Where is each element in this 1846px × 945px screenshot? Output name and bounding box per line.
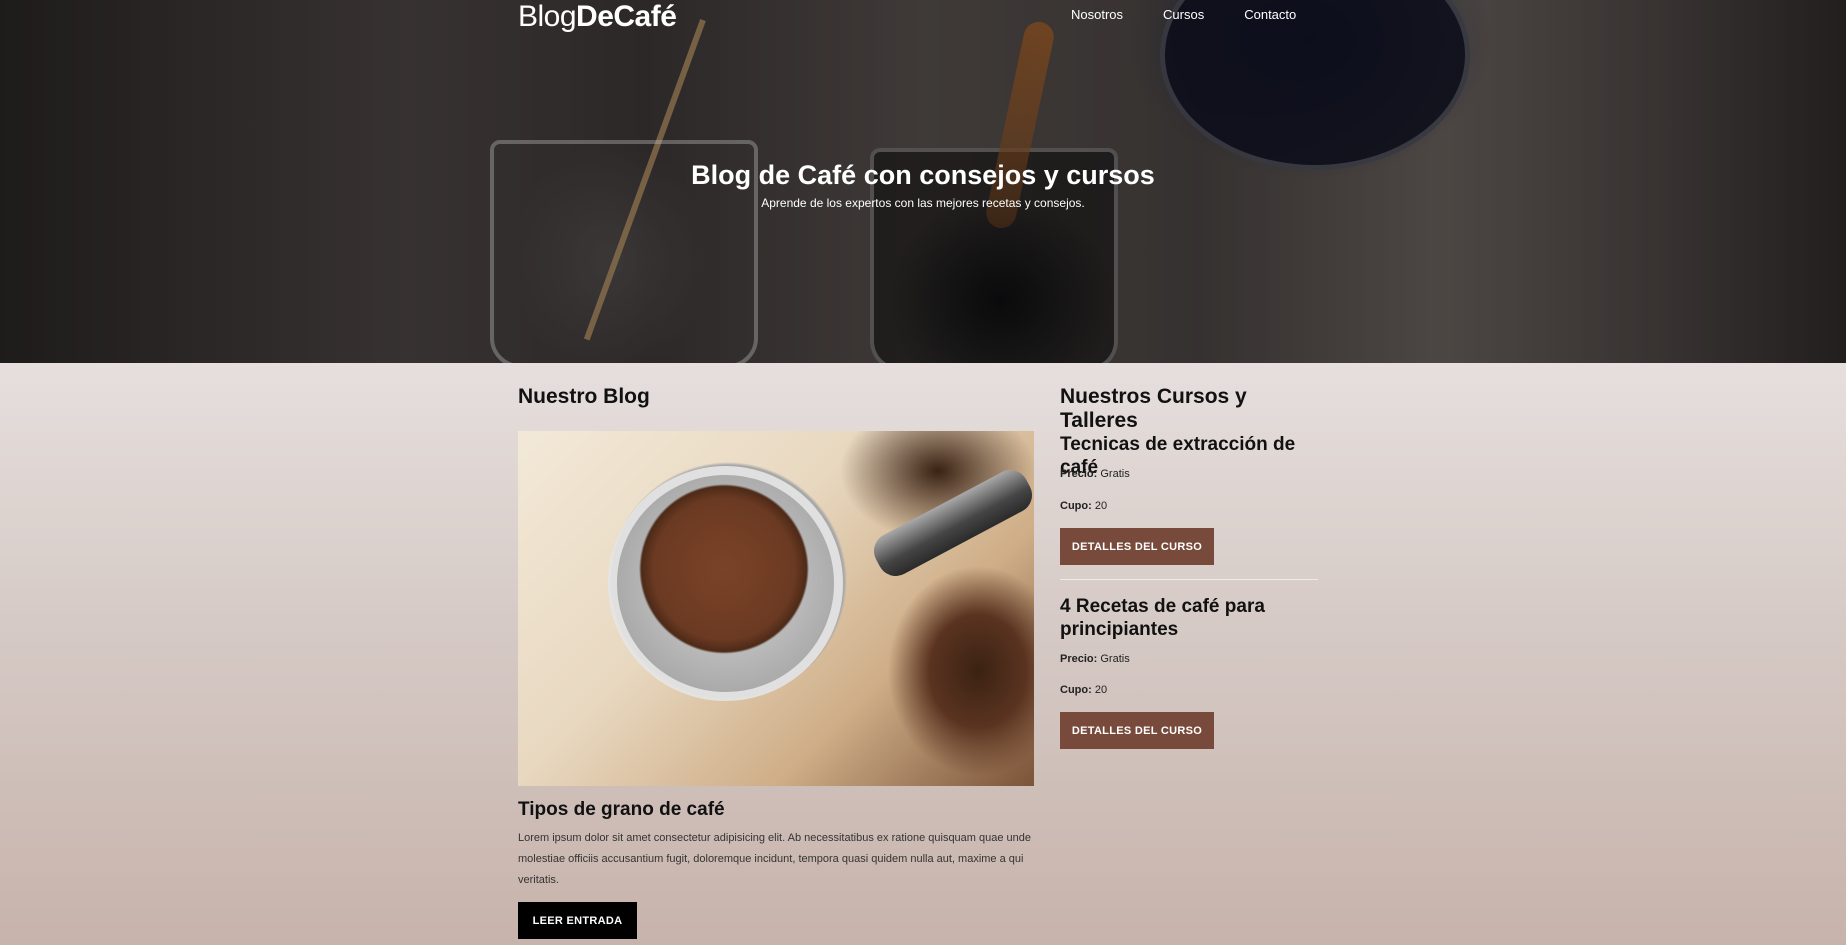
nav-links: Nosotros Cursos Contacto <box>1071 7 1336 22</box>
course-title: 4 Recetas de café para principiantes <box>1060 596 1265 640</box>
course-details-button[interactable]: DETALLES DEL CURSO <box>1060 528 1214 565</box>
course-price: Precio: Gratis <box>1060 653 1130 665</box>
hero-title: Blog de Café con consejos y cursos <box>691 160 1155 190</box>
nav-link-nosotros[interactable]: Nosotros <box>1071 7 1123 22</box>
portafilter-rim <box>608 466 843 701</box>
main-content: Nuestro Blog Tipos de grano de café Lore… <box>0 363 1846 945</box>
site-logo[interactable]: BlogDeCafé <box>518 0 677 34</box>
course-price: Precio: Gratis <box>1060 468 1130 480</box>
blog-post-image <box>518 431 1034 786</box>
course-details-button[interactable]: DETALLES DEL CURSO <box>1060 712 1214 749</box>
course-spots: Cupo: 20 <box>1060 500 1107 512</box>
price-value: Gratis <box>1100 468 1130 480</box>
logo-light-text: Blog <box>518 0 577 33</box>
spots-value: 20 <box>1094 500 1108 512</box>
top-navigation: BlogDeCafé Nosotros Cursos Contacto <box>0 0 1846 40</box>
spots-value: 20 <box>1094 684 1108 696</box>
logo-bold-text: DeCafé <box>576 0 677 33</box>
blog-post-title[interactable]: Tipos de grano de café <box>518 799 725 821</box>
course-spots: Cupo: 20 <box>1060 684 1107 696</box>
portafilter-handle <box>867 463 1034 583</box>
blog-section-title: Nuestro Blog <box>518 385 650 408</box>
nav-link-cursos[interactable]: Cursos <box>1163 7 1204 22</box>
hero-banner: BlogDeCafé Nosotros Cursos Contacto Blog… <box>0 0 1846 363</box>
course-divider <box>1060 579 1318 580</box>
price-label: Precio: <box>1060 653 1098 665</box>
read-post-button[interactable]: LEER ENTRADA <box>518 902 637 939</box>
courses-section-title: Nuestros Cursos y Talleres <box>1060 385 1247 432</box>
hero-subtitle: Aprende de los expertos con las mejores … <box>761 196 1085 210</box>
spots-label: Cupo: <box>1060 500 1092 512</box>
blog-post-excerpt: Lorem ipsum dolor sit amet consectetur a… <box>518 832 1032 886</box>
nav-link-contacto[interactable]: Contacto <box>1244 7 1296 22</box>
spots-label: Cupo: <box>1060 684 1092 696</box>
price-value: Gratis <box>1100 653 1130 665</box>
price-label: Precio: <box>1060 468 1098 480</box>
